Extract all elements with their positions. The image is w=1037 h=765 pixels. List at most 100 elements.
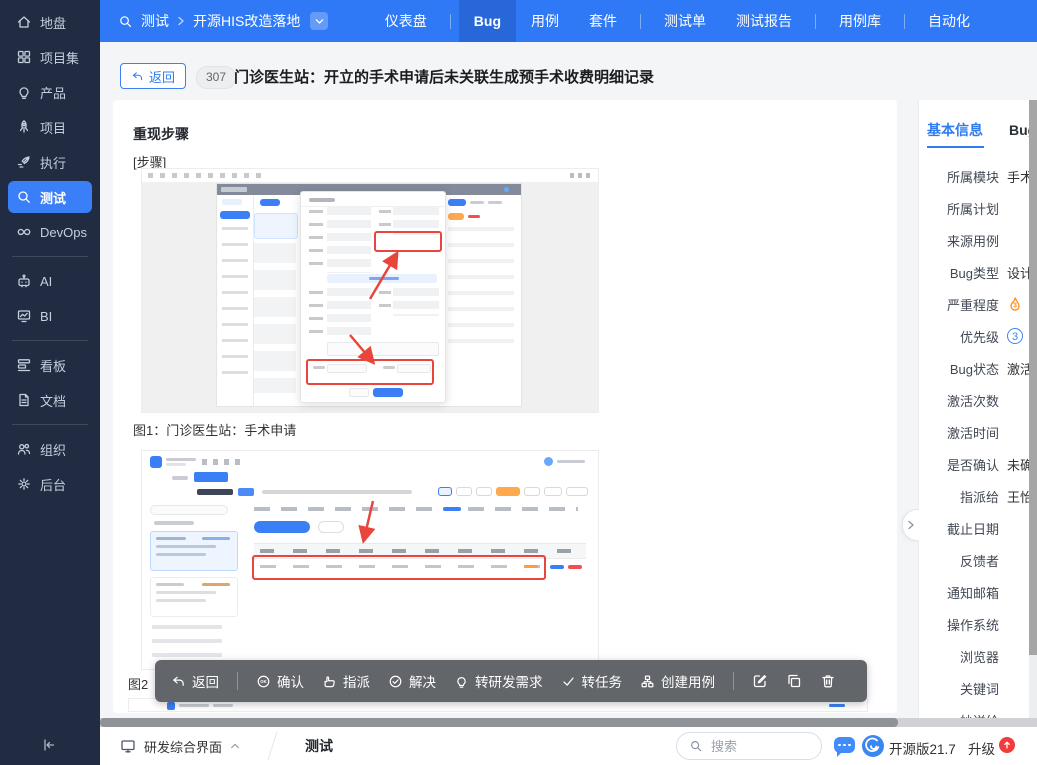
sidebar-divider <box>12 256 88 257</box>
gear-icon <box>16 476 32 492</box>
upgrade-badge-icon[interactable] <box>999 737 1015 753</box>
toolbar-confirm-button[interactable]: OK 确认 <box>256 671 304 691</box>
chevron-up-icon <box>230 742 240 750</box>
sidebar-item-execution[interactable]: 执行 <box>8 146 92 178</box>
workspace-label: 研发综合界面 <box>144 737 222 756</box>
chevron-right-icon <box>177 16 185 26</box>
sidebar-item-label: 产品 <box>40 83 66 102</box>
toolbar-to-story-button[interactable]: 转研发需求 <box>454 671 543 691</box>
check-circle-icon <box>388 674 403 689</box>
sidebar-item-ai[interactable]: AI <box>8 265 92 297</box>
edit-button[interactable] <box>752 673 768 689</box>
toolbar-label: 确认 <box>277 671 304 691</box>
toolbar-create-case-button[interactable]: 创建用例 <box>640 671 715 691</box>
panel-collapse-button[interactable] <box>902 509 919 541</box>
search-input[interactable] <box>709 738 803 755</box>
bottom-bar: 研发综合界面 测试 开源版21.7 升级 <box>100 727 1037 765</box>
sidebar-item-program[interactable]: 项目集 <box>8 41 92 73</box>
toolbar-assign-button[interactable]: 指派 <box>322 671 370 691</box>
top-menu: 仪表盘 Bug 用例 套件 测试单 测试报告 用例库 自动化 <box>370 0 985 42</box>
vertical-scrollbar <box>1029 100 1037 718</box>
tab-testtask[interactable]: 测试单 <box>649 0 721 42</box>
toolbar-label: 指派 <box>343 671 370 691</box>
sidebar-item-project[interactable]: 项目 <box>8 111 92 143</box>
tab-caselib[interactable]: 用例库 <box>824 0 896 42</box>
sidebar-item-label: 后台 <box>40 475 66 494</box>
tab-testreport[interactable]: 测试报告 <box>721 0 807 42</box>
priority-badge: 3 <box>1007 328 1023 344</box>
check-icon <box>561 674 576 689</box>
search-icon <box>689 739 703 753</box>
field-label: 截止日期 <box>927 519 999 538</box>
upgrade-link[interactable]: 升级 <box>968 738 995 758</box>
field-label: 严重程度 <box>927 295 999 314</box>
ok-circle-icon: OK <box>256 674 271 689</box>
sidebar-item-label: 执行 <box>40 153 66 172</box>
sidebar-item-admin[interactable]: 后台 <box>8 468 92 500</box>
sidebar-item-org[interactable]: 组织 <box>8 433 92 465</box>
sidebar-item-doc[interactable]: 文档 <box>8 384 92 416</box>
active-tab-underline <box>927 146 984 148</box>
toolbar-to-task-button[interactable]: 转任务 <box>561 671 623 691</box>
tab-suite[interactable]: 套件 <box>574 0 632 42</box>
horizontal-scrollbar-thumb[interactable] <box>100 718 898 727</box>
field-label: 激活时间 <box>927 423 999 442</box>
sidebar-divider <box>12 424 88 425</box>
field-label: Bug类型 <box>927 263 999 282</box>
toolbar-label: 转研发需求 <box>475 671 543 691</box>
tab-dashboard[interactable]: 仪表盘 <box>370 0 442 42</box>
zentao-logo[interactable] <box>861 734 885 761</box>
field-label: 所属计划 <box>927 199 999 218</box>
sidebar-item-label: 测试 <box>40 188 66 207</box>
sidebar-item-devops[interactable]: DevOps <box>8 216 92 248</box>
sidebar-item-product[interactable]: 产品 <box>8 76 92 108</box>
separator <box>267 732 277 761</box>
robot-icon <box>16 273 32 289</box>
lightbulb-icon <box>16 84 32 100</box>
tab-bug[interactable]: Bug <box>459 0 516 42</box>
breadcrumb: 测试 开源HIS改造落地 <box>100 11 328 31</box>
field-label: 抄送给 <box>927 711 999 719</box>
svg-text:OK: OK <box>260 679 267 684</box>
field-label: 浏览器 <box>927 647 999 666</box>
breadcrumb-project[interactable]: 开源HIS改造落地 <box>193 11 300 31</box>
field-label: 通知邮箱 <box>927 583 999 602</box>
tab-case[interactable]: 用例 <box>516 0 574 42</box>
breadcrumb-app[interactable]: 测试 <box>141 11 169 31</box>
copy-button[interactable] <box>786 673 802 689</box>
back-button[interactable]: 返回 <box>120 63 186 89</box>
sidebar-item-kanban[interactable]: 看板 <box>8 349 92 381</box>
toolbar-resolve-button[interactable]: 解决 <box>388 671 436 691</box>
tab-automation[interactable]: 自动化 <box>913 0 985 42</box>
collapse-left-icon <box>42 738 56 752</box>
sidebar: 地盘 项目集 产品 项目 执行 测试 DevOps AI <box>0 0 100 765</box>
sidebar-item-bi[interactable]: BI <box>8 300 92 332</box>
sidebar-item-label: 组织 <box>40 440 66 459</box>
delete-button[interactable] <box>820 673 836 689</box>
current-module-label: 测试 <box>305 736 333 756</box>
project-dropdown-button[interactable] <box>310 12 328 30</box>
embedded-screenshot-1[interactable] <box>141 168 599 413</box>
monitor-icon <box>120 738 136 754</box>
chat-icon[interactable] <box>834 737 855 753</box>
menu-divider <box>815 14 816 29</box>
field-label: 所属模块 <box>927 167 999 186</box>
sidebar-item-label: 项目集 <box>40 48 79 67</box>
components-icon <box>640 674 655 689</box>
horizontal-scrollbar <box>100 718 1037 727</box>
field-rows: 所属模块手术 所属计划 来源用例 Bug类型设计 严重程度 3 优先级3 Bug… <box>919 160 1037 718</box>
figure-caption-2: 图2 <box>128 674 148 693</box>
workspace-switcher[interactable]: 研发综合界面 <box>120 737 240 756</box>
sidebar-item-testing[interactable]: 测试 <box>8 181 92 213</box>
sidebar-item-label: 地盘 <box>40 13 66 32</box>
global-search[interactable] <box>676 732 822 760</box>
toolbar-back-button[interactable]: 返回 <box>171 671 219 691</box>
vertical-scrollbar-thumb[interactable] <box>1029 100 1037 655</box>
tab-basic-info[interactable]: 基本信息 <box>927 120 983 140</box>
users-icon <box>16 441 32 457</box>
menu-divider <box>904 14 905 29</box>
embedded-screenshot-2[interactable] <box>141 450 599 670</box>
sidebar-collapse-button[interactable] <box>42 738 56 755</box>
arrow-up-icon <box>1002 740 1012 750</box>
sidebar-item-home[interactable]: 地盘 <box>8 6 92 38</box>
